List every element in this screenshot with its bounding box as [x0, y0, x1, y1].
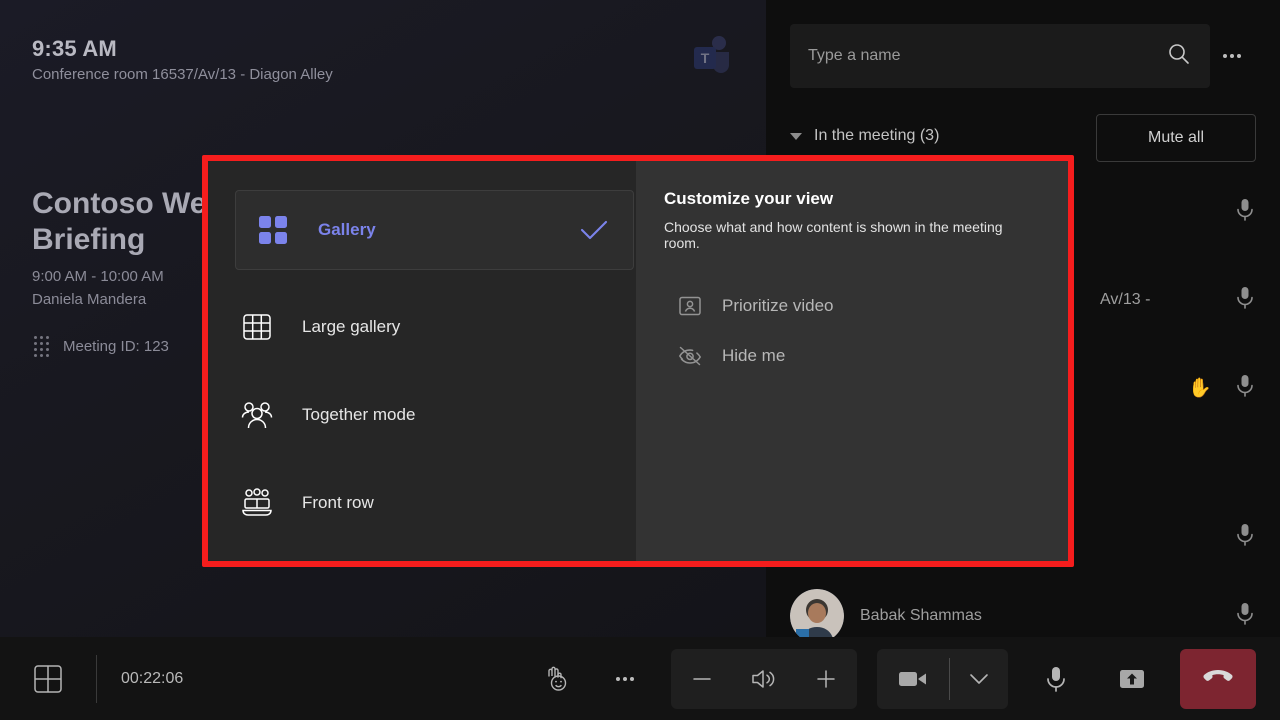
more-dots	[616, 676, 634, 681]
raise-hand-reactions-icon[interactable]	[533, 655, 581, 703]
participant-name: Av/13 -	[1100, 291, 1151, 308]
volume-control-group	[671, 648, 857, 709]
hangup-icon	[1201, 666, 1235, 691]
share-screen-icon[interactable]	[1104, 655, 1160, 703]
roster-more-options-icon[interactable]	[1210, 54, 1254, 58]
dialpad-icon	[34, 336, 49, 357]
camera-control-group	[877, 648, 1008, 709]
microphone-icon[interactable]	[1234, 373, 1256, 404]
participant-controls	[1234, 285, 1256, 316]
toolbar-left-group: 00:22:06	[24, 637, 183, 720]
volume-up-button[interactable]	[795, 649, 857, 709]
microphone-icon[interactable]	[1234, 285, 1256, 316]
in-the-meeting-section: In the meeting (3) Mute all	[790, 112, 1256, 162]
search-row	[790, 24, 1256, 88]
hangup-button[interactable]	[1180, 648, 1256, 709]
participant-controls	[1234, 601, 1256, 632]
participant-controls	[1234, 522, 1256, 553]
microphone-icon[interactable]	[1234, 522, 1256, 553]
participant-row[interactable]: Babak Shammas	[790, 588, 1256, 644]
stage-clock: 9:35 AM	[32, 36, 117, 61]
meeting-toolbar: 00:22:06	[0, 637, 1280, 720]
annotation-highlight-box	[202, 155, 1074, 567]
chevron-down-icon[interactable]	[790, 132, 802, 140]
search-input[interactable]	[808, 47, 1156, 65]
meeting-id: Meeting ID: 123	[63, 338, 169, 355]
divider	[96, 654, 97, 703]
speaker-icon[interactable]	[733, 649, 795, 709]
meeting-timer: 00:22:06	[121, 669, 184, 687]
participant-name: Babak Shammas	[860, 607, 982, 624]
stage-room-name: Conference room 16537/Av/13 - Diagon All…	[32, 66, 333, 83]
teams-meeting-room-screen: 9:35 AM Conference room 16537/Av/13 - Di…	[0, 0, 1280, 720]
in-the-meeting-label: In the meeting (3)	[814, 127, 940, 144]
toolbar-more-options-icon[interactable]	[601, 655, 649, 703]
participant-controls: ✋	[1188, 373, 1256, 404]
search-box[interactable]	[790, 24, 1210, 88]
toolbar-right-group	[533, 637, 1256, 720]
microphone-icon[interactable]	[1234, 197, 1256, 228]
raised-hand-icon: ✋	[1188, 377, 1212, 399]
participant-controls	[1234, 197, 1256, 228]
camera-icon[interactable]	[877, 649, 949, 709]
mute-all-button[interactable]: Mute all	[1096, 114, 1256, 162]
volume-down-button[interactable]	[671, 649, 733, 709]
microphone-icon[interactable]	[1234, 601, 1256, 632]
microsoft-teams-logo: T	[686, 34, 736, 78]
avatar	[790, 589, 844, 643]
microphone-icon[interactable]	[1028, 655, 1084, 703]
search-icon[interactable]	[1166, 41, 1192, 72]
camera-menu-chevron-down-icon[interactable]	[950, 649, 1008, 709]
svg-text:T: T	[701, 50, 710, 66]
layout-grid-icon[interactable]	[24, 655, 72, 703]
